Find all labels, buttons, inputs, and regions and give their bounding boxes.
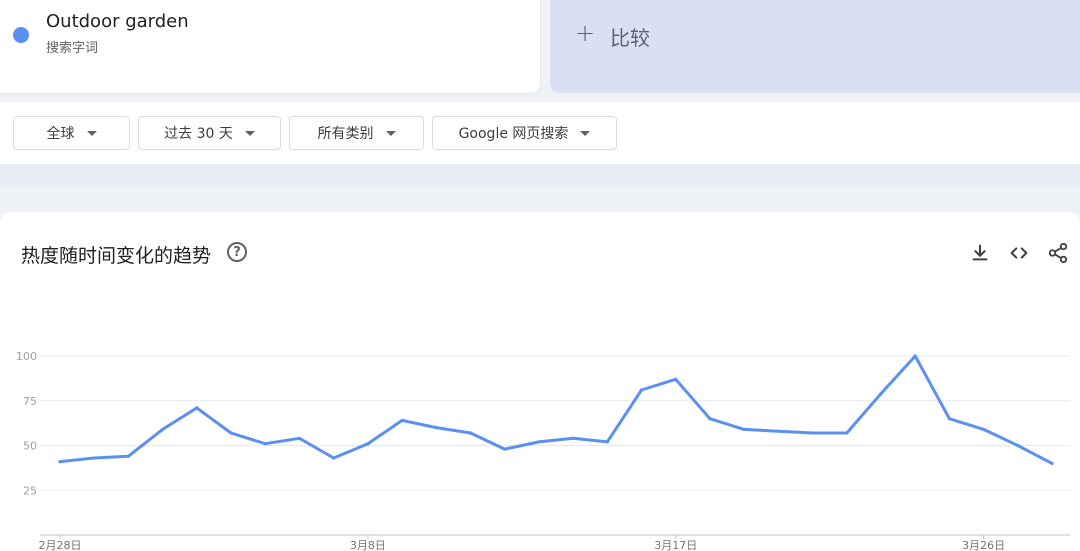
data-point[interactable]	[639, 388, 644, 392]
data-point[interactable]	[1050, 461, 1054, 465]
filter-bar: 全球 过去 30 天 所有类别 Google 网页搜索	[0, 102, 1080, 164]
data-point[interactable]	[605, 440, 609, 444]
data-point[interactable]	[674, 377, 678, 381]
x-tick-label: 3月17日	[654, 539, 697, 551]
data-point[interactable]	[1016, 443, 1020, 448]
category-label: 所有类别	[317, 126, 374, 142]
data-point[interactable]	[468, 431, 473, 435]
x-tick-label: 2月28日	[39, 539, 82, 551]
search-term-card[interactable]: Outdoor garden 搜索字词	[0, 0, 541, 94]
data-point[interactable]	[92, 456, 96, 460]
data-point[interactable]	[58, 460, 62, 464]
y-tick-label: 100	[16, 350, 37, 363]
search-term-type: 搜索字词	[46, 41, 99, 56]
data-point[interactable]	[126, 454, 131, 458]
data-point[interactable]	[297, 436, 302, 440]
term-color-dot	[13, 27, 29, 43]
y-tick-label: 25	[23, 484, 37, 497]
search-term-name[interactable]: Outdoor garden	[46, 11, 189, 32]
data-point[interactable]	[845, 431, 849, 435]
data-point[interactable]	[434, 426, 438, 430]
compare-label: 比较	[610, 26, 650, 50]
series-line[interactable]	[59, 354, 1053, 465]
data-point[interactable]	[742, 427, 746, 431]
data-point[interactable]	[195, 406, 199, 410]
trend-chart: 25 50 75 100 2月28日 3月8日 3月17日 3月26日	[16, 350, 1070, 551]
trends-page: Outdoor garden 搜索字词 + 比较 全球 过去 30 天 所有类别…	[0, 0, 1080, 551]
search-type-label: Google 网页搜索	[458, 126, 569, 142]
time-range-label: 过去 30 天	[164, 126, 233, 142]
data-point[interactable]	[263, 442, 267, 446]
data-point[interactable]	[332, 456, 336, 460]
search-type-dropdown[interactable]: Google 网页搜索	[432, 116, 617, 150]
interest-over-time-card: 热度随时间变化的趋势 ? 25 50 75 100 2月28日 3月8日 3月17日 3月26…	[0, 212, 1080, 551]
data-point[interactable]	[776, 429, 780, 433]
time-range-dropdown[interactable]: 过去 30 天	[138, 116, 281, 150]
compare-button[interactable]: + 比较	[550, 0, 1080, 93]
y-tick-label: 75	[23, 395, 37, 408]
data-point[interactable]	[161, 427, 165, 431]
y-tick-label: 50	[23, 440, 37, 453]
data-point[interactable]	[366, 442, 370, 446]
data-point[interactable]	[810, 431, 815, 435]
data-point[interactable]	[229, 431, 233, 435]
data-point[interactable]	[981, 427, 986, 431]
data-point[interactable]	[571, 436, 575, 440]
caret-down-icon	[244, 130, 255, 136]
plus-icon: +	[575, 19, 596, 47]
x-tick-label: 3月8日	[350, 539, 386, 551]
caret-down-icon	[86, 130, 97, 136]
data-point[interactable]	[503, 447, 507, 451]
data-point[interactable]	[947, 417, 951, 421]
category-dropdown[interactable]: 所有类别	[289, 116, 424, 150]
data-point[interactable]	[400, 418, 404, 423]
data-point[interactable]	[913, 354, 917, 358]
region-dropdown[interactable]: 全球	[13, 116, 130, 150]
data-point[interactable]	[879, 391, 883, 396]
region-label: 全球	[46, 126, 75, 142]
data-point[interactable]	[537, 440, 541, 444]
caret-down-icon	[385, 130, 396, 136]
caret-down-icon	[580, 130, 591, 136]
section-divider	[0, 164, 1080, 186]
x-tick-label: 3月26日	[962, 539, 1005, 551]
data-point[interactable]	[708, 417, 712, 421]
